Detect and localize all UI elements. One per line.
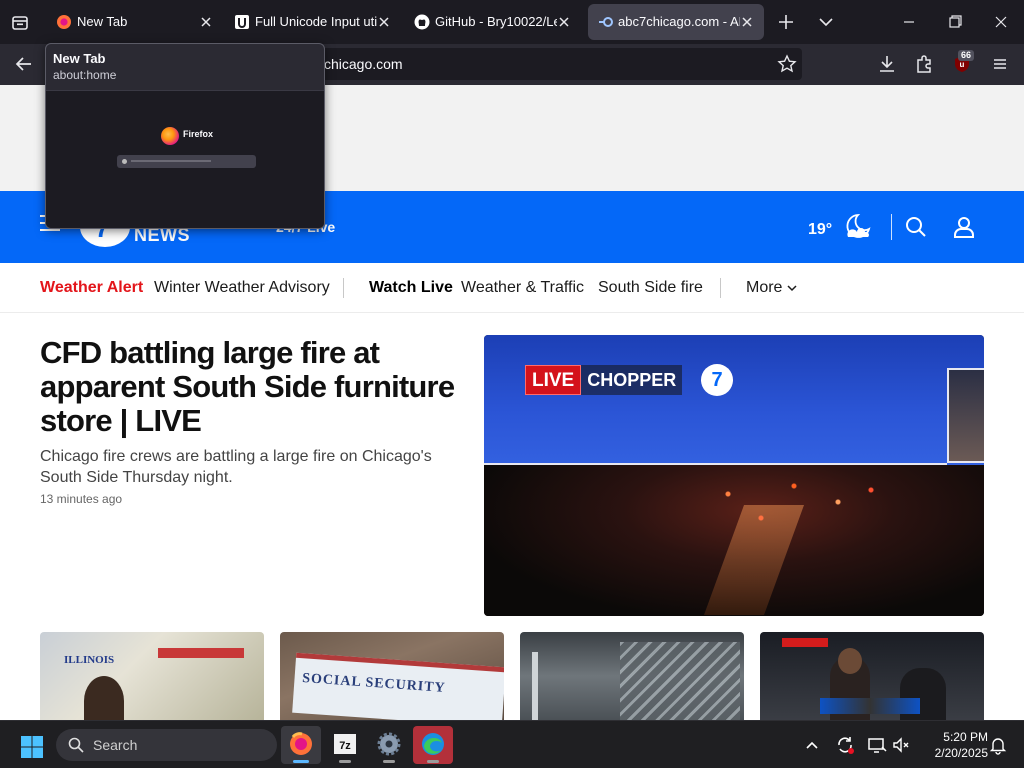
abc7-favicon-icon <box>599 17 613 27</box>
unicode-favicon-icon <box>235 15 249 29</box>
abc7-badge-logo-icon: 7 <box>701 364 733 396</box>
moon-cloud-weather-icon <box>846 214 871 238</box>
header-divider <box>891 214 892 240</box>
live-label: LIVE <box>525 365 582 395</box>
tab-unicode-input[interactable]: Full Unicode Input utilit <box>225 4 401 40</box>
preview-url: about:home <box>53 68 117 82</box>
preview-thumbnail: Firefox <box>46 90 324 228</box>
firefox-app-icon <box>290 732 312 755</box>
preview-search-bar <box>117 155 256 168</box>
extension-badge-count: 66 <box>958 50 975 61</box>
lead-summary: Chicago fire crews are battling a large … <box>40 448 432 486</box>
winter-advisory-link[interactable]: Winter Weather Advisory <box>154 279 330 297</box>
temperature[interactable]: 19° <box>808 221 832 239</box>
lead-timestamp: 13 minutes ago <box>40 492 123 506</box>
preview-brand: Firefox <box>183 129 214 139</box>
live-chopper-video[interactable]: LIVE CHOPPER 7 <box>484 335 984 616</box>
weather-alert-link[interactable]: Weather Alert <box>40 279 143 297</box>
taskbar-settings[interactable] <box>369 726 409 764</box>
clock-date: 2/20/2025 <box>934 746 988 760</box>
new-tab-plus-icon[interactable] <box>772 8 800 36</box>
close-tab-icon[interactable] <box>375 13 393 31</box>
lead-headline[interactable]: CFD battling large fire at apparent Sout… <box>40 336 470 438</box>
taskbar-7zip[interactable]: 7z <box>325 726 365 764</box>
subnav-divider <box>720 278 721 298</box>
subnav-divider <box>343 278 344 298</box>
firefox-view-icon <box>12 16 28 30</box>
taskbar-firefox[interactable] <box>281 726 321 764</box>
display-network-icon[interactable] <box>865 733 889 757</box>
search-placeholder: Search <box>93 737 138 753</box>
thumbnail-text: ILLINOIS <box>64 654 115 666</box>
weather-traffic-link[interactable]: Weather & Traffic <box>461 279 584 297</box>
close-tab-icon[interactable] <box>197 13 215 31</box>
github-favicon-icon <box>414 14 430 30</box>
hamburger-menu-icon[interactable] <box>986 50 1014 78</box>
taskbar-search-box[interactable]: Search <box>56 729 277 761</box>
minimize-window-icon[interactable] <box>886 0 932 44</box>
live-chopper-badge: LIVE CHOPPER 7 <box>525 364 733 396</box>
firefox-logo-icon <box>161 127 179 145</box>
back-arrow-icon[interactable] <box>10 50 38 78</box>
story-thumbnails: ILLINOIS SOCIAL SECURITY <box>40 632 984 720</box>
tab-hover-preview: New Tab about:home Firefox <box>45 43 325 229</box>
firefox-favicon-icon <box>57 15 71 29</box>
tab-title: GitHub - Bry10022/Lem <box>435 14 557 29</box>
browser-tab-bar: New Tab Full Unicode Input utilit GitHub… <box>0 0 1024 44</box>
notification-bell-icon[interactable] <box>986 733 1010 757</box>
watch-live-link[interactable]: Watch Live <box>369 279 453 297</box>
tab-new-tab[interactable]: New Tab <box>47 4 223 40</box>
story-thumbnail[interactable]: ILLINOIS <box>40 632 264 720</box>
restore-window-icon[interactable] <box>932 0 978 44</box>
clock-time: 5:20 PM <box>943 730 988 744</box>
close-window-icon[interactable] <box>978 0 1024 44</box>
list-all-tabs-chevron-icon[interactable] <box>812 8 840 36</box>
firefox-view-button[interactable] <box>6 8 34 36</box>
windows-taskbar: Search 7z 5:20 PM 2/20/2025 <box>0 720 1024 768</box>
picture-in-picture-inset <box>947 368 984 463</box>
tab-title: abc7chicago.com - ABC <box>618 14 740 29</box>
edge-app-icon <box>413 726 453 764</box>
more-label: More <box>746 279 783 296</box>
sub-navigation: Weather Alert Winter Weather Advisory Wa… <box>0 263 1024 313</box>
downloads-icon[interactable] <box>873 50 901 78</box>
tab-title: New Tab <box>77 14 128 29</box>
close-tab-icon[interactable] <box>738 13 756 31</box>
volume-muted-icon[interactable] <box>890 733 914 757</box>
more-menu-button[interactable]: More <box>746 279 797 297</box>
extensions-puzzle-icon[interactable] <box>910 50 938 78</box>
search-icon <box>68 737 84 753</box>
preview-title: New Tab <box>53 51 106 66</box>
chevron-down-icon <box>787 285 797 292</box>
chopper-label: CHOPPER <box>581 365 683 395</box>
tab-abc7chicago[interactable]: abc7chicago.com - ABC <box>588 4 764 40</box>
user-account-icon[interactable] <box>952 215 976 239</box>
7zip-app-icon: 7z <box>334 734 356 754</box>
tab-title: Full Unicode Input utilit <box>255 14 377 29</box>
close-tab-icon[interactable] <box>555 13 573 31</box>
site-search-icon[interactable] <box>904 215 928 239</box>
taskbar-clock[interactable]: 5:20 PM 2/20/2025 <box>918 729 988 761</box>
sync-update-icon[interactable] <box>833 733 857 757</box>
svg-text:7z: 7z <box>339 740 351 752</box>
svg-text:u: u <box>960 60 965 69</box>
url-text: chicago.com <box>324 56 403 72</box>
windows-start-icon[interactable] <box>20 735 44 759</box>
story-thumbnail[interactable] <box>520 632 744 720</box>
story-thumbnail[interactable]: SOCIAL SECURITY <box>280 632 504 720</box>
settings-gear-icon <box>377 732 401 756</box>
show-hidden-icons-chevron-up-icon[interactable] <box>800 733 824 757</box>
bookmark-star-icon[interactable] <box>773 50 801 78</box>
south-side-fire-link[interactable]: South Side fire <box>598 279 703 297</box>
story-thumbnail[interactable] <box>760 632 984 720</box>
subnav-bottom-border <box>0 312 1024 313</box>
taskbar-edge[interactable] <box>413 726 453 764</box>
tab-github[interactable]: GitHub - Bry10022/Lem <box>405 4 581 40</box>
